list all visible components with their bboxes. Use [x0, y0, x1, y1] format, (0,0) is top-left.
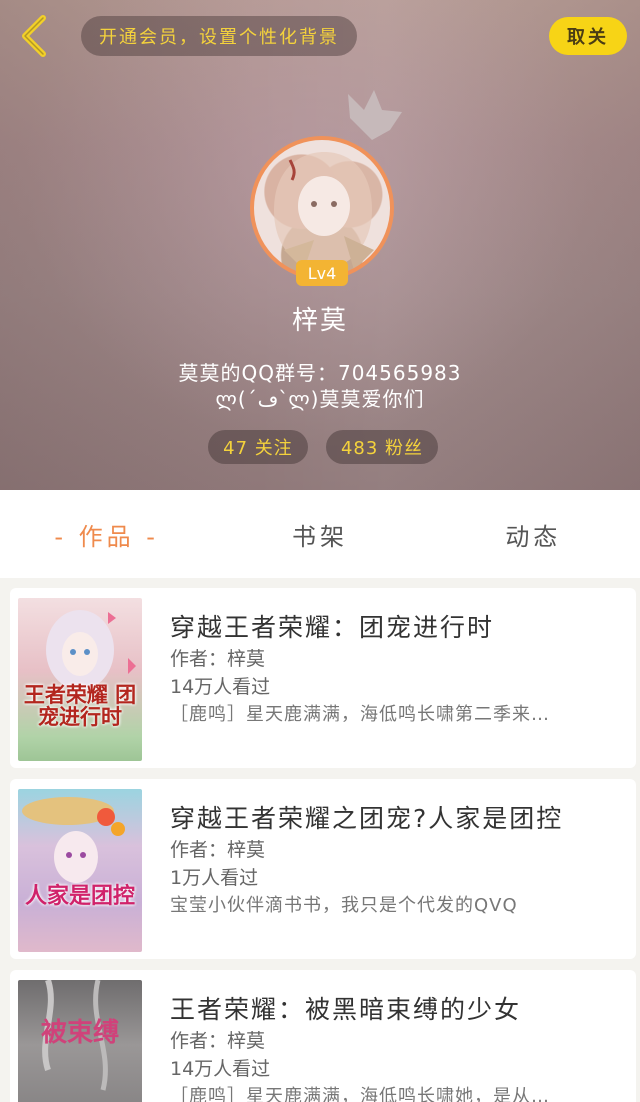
cover-art	[46, 610, 136, 690]
book-author: 作者：梓莫	[170, 1030, 266, 1052]
cover-title: 被束缚	[40, 1018, 119, 1048]
book-cover: 人家是团控	[18, 789, 142, 952]
cover-art	[22, 797, 125, 883]
book-card[interactable]: 人家是团控 穿越王者荣耀之团宠?人家是团控 作者：梓莫 1万人看过 宝莹小伙伴滴…	[10, 779, 636, 959]
chevron-left-icon	[22, 15, 46, 57]
profile-header: 开通会员，设置个性化背景 取关 Lv4 梓莫 莫莫的QQ群号：704565983…	[0, 0, 640, 490]
profile-tabs: - 作品 - 书架 动态	[0, 490, 640, 578]
book-reads: 1万人看过	[170, 867, 259, 889]
book-description: ［鹿鸣］星天鹿满满，海低鸣长啸她，是从…	[170, 1086, 550, 1102]
bio-line-2: ლ(´ڡ`ლ)莫莫爱你们	[215, 387, 425, 411]
avatar	[250, 136, 394, 280]
book-author: 作者：梓莫	[170, 839, 266, 861]
level-badge: Lv4	[296, 260, 348, 286]
bio-line-1: 莫莫的QQ群号：704565983	[178, 361, 462, 385]
cover-title: 王者荣耀 团宠进行时	[23, 683, 137, 730]
cover-title: 人家是团控	[24, 884, 135, 909]
crown-icon	[348, 90, 402, 140]
book-title: 穿越王者荣耀之团宠?人家是团控	[170, 804, 564, 833]
tab-activity[interactable]: 动态	[427, 490, 640, 578]
avatar-container[interactable]: Lv4	[250, 90, 402, 286]
avatar-illustration	[274, 152, 374, 270]
book-cover: 被束缚	[18, 980, 142, 1102]
book-card[interactable]: 王者荣耀 团宠进行时 穿越王者荣耀：团宠进行时 作者：梓莫 14万人看过 ［鹿鸣…	[10, 588, 636, 768]
book-title: 王者荣耀：被黑暗束缚的少女	[170, 995, 522, 1024]
tab-works[interactable]: - 作品 -	[0, 490, 213, 578]
book-cover: 王者荣耀 团宠进行时	[18, 598, 142, 761]
book-reads: 14万人看过	[170, 1058, 271, 1080]
book-card[interactable]: 被束缚 王者荣耀：被黑暗束缚的少女 作者：梓莫 14万人看过 ［鹿鸣］星天鹿满满…	[10, 970, 636, 1102]
fans-count[interactable]: 483 粉丝	[326, 430, 438, 464]
book-description: ［鹿鸣］星天鹿满满，海低鸣长啸第二季来…	[170, 704, 550, 725]
book-description: 宝莹小伙伴滴书书，我只是个代发的QVQ	[170, 895, 518, 916]
back-button[interactable]	[14, 12, 54, 60]
unfollow-button[interactable]: 取关	[549, 17, 627, 55]
following-count[interactable]: 47 关注	[208, 430, 308, 464]
book-reads: 14万人看过	[170, 676, 271, 698]
book-author: 作者：梓莫	[170, 648, 266, 670]
vip-banner[interactable]: 开通会员，设置个性化背景	[81, 16, 357, 56]
book-title: 穿越王者荣耀：团宠进行时	[170, 613, 495, 642]
tab-bookshelf[interactable]: 书架	[213, 490, 426, 578]
nickname: 梓莫	[291, 306, 348, 336]
